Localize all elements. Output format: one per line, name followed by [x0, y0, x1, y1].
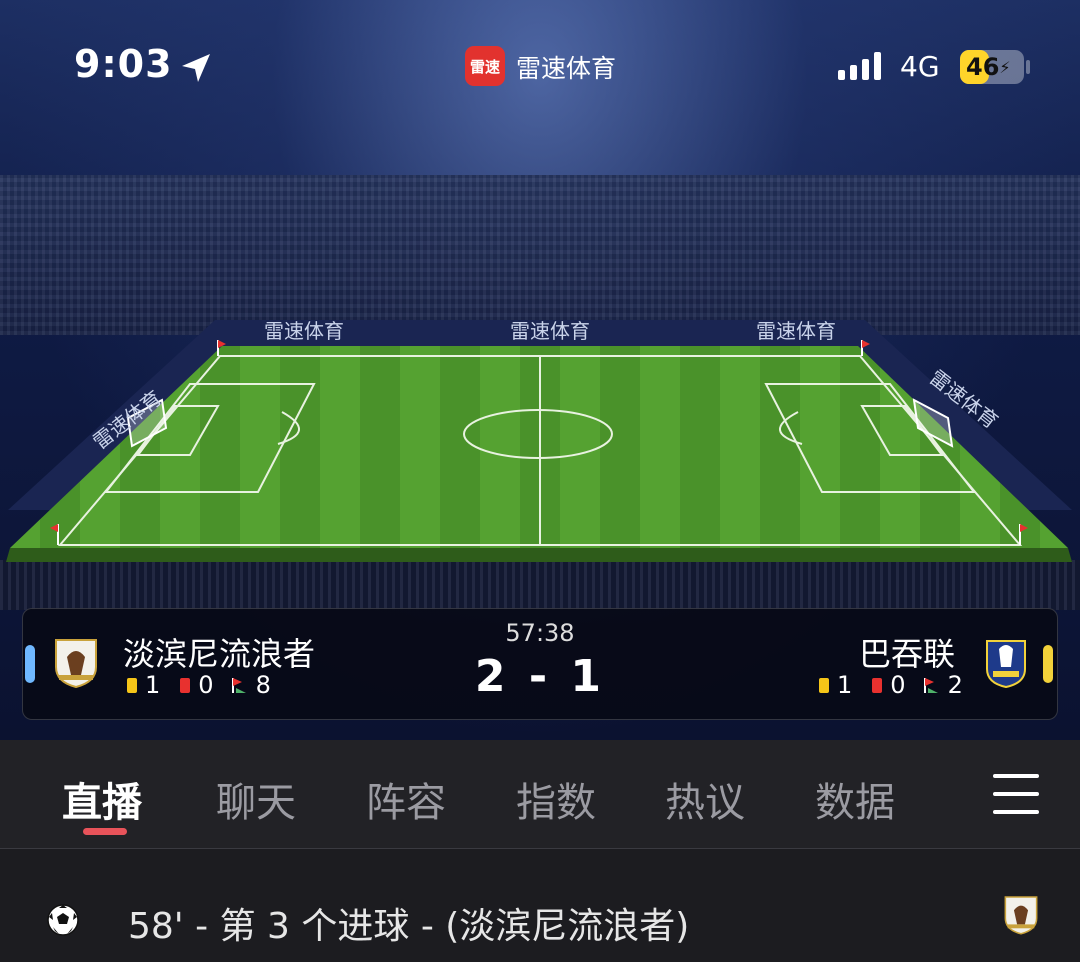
tab-bar: 直播 聊天 阵容 指数 热议 数据 [0, 740, 1080, 848]
tab-live[interactable]: 直播 [62, 770, 142, 828]
clock: 9:03 [74, 42, 173, 86]
battery-icon: 46 ⚡ [960, 50, 1024, 84]
home-team-logo [1004, 896, 1038, 935]
away-yellow-count: 1 [837, 671, 853, 699]
pitch-edge [6, 548, 1072, 562]
battery-level: 46 [966, 53, 1000, 81]
active-tab-indicator [83, 828, 127, 835]
away-team-logo[interactable] [983, 637, 1029, 689]
status-bar: 9:03 雷速 雷速体育 4G 46 ⚡ [0, 40, 1080, 100]
network-type: 4G [900, 50, 940, 83]
scoreboard[interactable]: 淡滨尼流浪者 1 0 8 57:38 2 - 1 巴吞联 1 0 2 [22, 608, 1058, 720]
battery-cap [1026, 60, 1030, 74]
signal-icon [838, 52, 881, 80]
football-pitch: 雷速体育 雷速体育 雷速体育 雷速体育 雷速体育 [6, 320, 1072, 562]
tab-chat[interactable]: 聊天 [216, 770, 296, 828]
away-team-stats: 1 0 2 [819, 671, 963, 699]
corner-flag-icon [923, 678, 938, 693]
red-card-icon [872, 677, 883, 693]
tab-odds[interactable]: 指数 [516, 770, 596, 828]
tab-discussion[interactable]: 热议 [665, 770, 745, 828]
away-corner-count: 2 [947, 671, 963, 699]
away-team-marker [1043, 645, 1053, 683]
ad-board-text: 雷速体育 [264, 320, 344, 343]
menu-icon[interactable] [993, 774, 1039, 814]
ad-board-text: 雷速体育 [510, 320, 590, 343]
tab-lineup[interactable]: 阵容 [366, 770, 446, 828]
tab-stats[interactable]: 数据 [815, 770, 895, 828]
location-arrow-icon [182, 54, 210, 82]
ad-board-text: 雷速体育 [756, 320, 836, 343]
stadium-header: 雷速体育 雷速体育 雷速体育 雷速体育 雷速体育 9:03 雷速 雷速体育 4G… [0, 0, 1080, 740]
list-item[interactable]: 58' - 第 3 个进球 - (淡滨尼流浪者) [0, 849, 1080, 962]
event-text: 58' - 第 3 个进球 - (淡滨尼流浪者) [128, 906, 690, 947]
soccer-ball-icon [47, 904, 79, 936]
yellow-card-icon [819, 677, 829, 693]
charging-bolt-icon: ⚡ [999, 57, 1011, 77]
away-team-name: 巴吞联 [859, 635, 956, 673]
app-name: 雷速体育 [516, 54, 617, 83]
app-logo: 雷速 [465, 46, 505, 86]
away-red-count: 0 [890, 671, 906, 699]
